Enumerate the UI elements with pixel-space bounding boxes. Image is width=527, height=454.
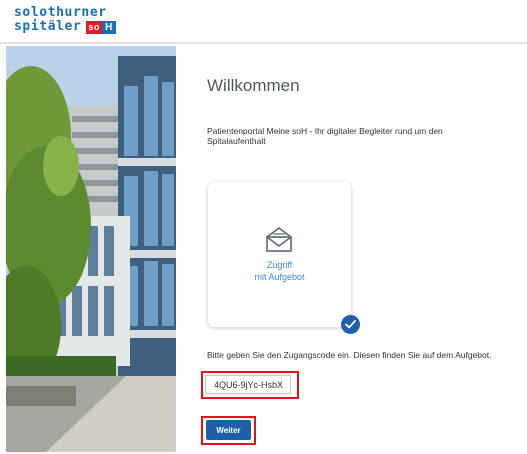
- envelope-open-icon: [265, 226, 293, 257]
- access-with-appointment-card[interactable]: Zugriff mit Aufgebot: [208, 182, 351, 327]
- solothurner-spitaeler-logo[interactable]: solothurner spitäler so H: [14, 6, 116, 34]
- app-header: solothurner spitäler so H: [0, 0, 527, 44]
- soh-badge: so H: [86, 20, 116, 34]
- logo-text-line1: solothurner: [14, 5, 107, 20]
- weiter-button[interactable]: Weiter: [206, 420, 251, 440]
- card-label-line2: mit Aufgebot: [254, 272, 305, 282]
- card-label-line1: Zugriff: [266, 260, 293, 270]
- checkmark-icon: [341, 315, 360, 334]
- logo-text-line2-wrap: spitäler so H: [14, 20, 116, 34]
- card-label: Zugriff mit Aufgebot: [208, 259, 351, 283]
- page-title: Willkommen: [207, 76, 300, 95]
- building-illustration: [6, 46, 176, 452]
- soh-badge-h: H: [102, 20, 116, 34]
- intro-text: Patientenportal Meine soH - Ihr digitale…: [207, 126, 443, 146]
- logo-text-line2: spitäler: [14, 19, 82, 34]
- access-code-input[interactable]: [205, 375, 291, 394]
- access-code-hint: Bitte geben Sie den Zugangscode ein. Die…: [207, 350, 492, 360]
- hospital-building-photo: [6, 46, 176, 452]
- soh-badge-so: so: [86, 20, 103, 34]
